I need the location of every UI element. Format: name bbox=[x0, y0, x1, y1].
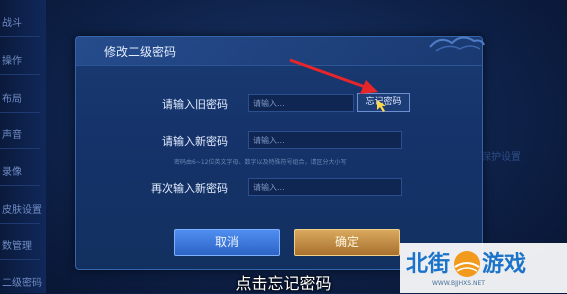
sidebar-divider bbox=[0, 259, 40, 260]
sidebar-divider bbox=[0, 185, 40, 186]
sidebar-item-layout[interactable]: 布局 bbox=[0, 90, 48, 105]
dialog-title: 修改二级密码 bbox=[104, 45, 177, 59]
watermark-text-left: 北街 bbox=[406, 252, 451, 277]
watermark-url: WWW.BJJHXS.NET bbox=[432, 280, 485, 287]
sidebar-item-replay[interactable]: 录像 bbox=[0, 163, 48, 178]
sidebar-divider bbox=[0, 74, 40, 75]
new-password-label: 请输入新密码 bbox=[162, 135, 228, 148]
change-secondary-password-dialog: 修改二级密码 请输入旧密码 请输入... 忘记密码 请输入新密码 请输入... … bbox=[75, 36, 485, 270]
sidebar-divider bbox=[0, 112, 40, 113]
sidebar-item-skin[interactable]: 皮肤设置 bbox=[0, 201, 48, 216]
sun-logo-icon bbox=[454, 251, 480, 277]
new-password-input[interactable]: 请输入... bbox=[248, 131, 402, 149]
confirm-password-label: 再次输入新密码 bbox=[151, 182, 228, 195]
confirm-password-input[interactable]: 请输入... bbox=[248, 178, 402, 196]
old-password-label: 请输入旧密码 bbox=[162, 98, 228, 111]
cancel-button[interactable]: 取消 bbox=[174, 229, 280, 256]
confirm-button[interactable]: 确定 bbox=[294, 229, 400, 256]
sidebar-item-controls[interactable]: 操作 bbox=[0, 52, 48, 67]
sidebar-item-sound[interactable]: 声音 bbox=[0, 126, 48, 141]
site-watermark: 北街 游戏 WWW.BJJHXS.NET bbox=[400, 243, 567, 293]
forgot-password-button[interactable]: 忘记密码 bbox=[357, 93, 410, 112]
sidebar-divider bbox=[0, 148, 40, 149]
sidebar-item-battle[interactable]: 战斗 bbox=[0, 14, 48, 29]
sidebar-item-data[interactable]: 数管理 bbox=[0, 237, 48, 252]
settings-sidebar: 战斗 操作 布局 声音 录像 皮肤设置 数管理 二级密码 bbox=[0, 0, 46, 293]
watermark-text-right: 游戏 bbox=[482, 252, 527, 277]
background-setting-label: 保护设置 bbox=[481, 152, 521, 163]
cloud-ornament-icon bbox=[429, 36, 485, 52]
password-rule-hint: 密码由6~12位英文字母、数字以及特殊符号组合，请区分大小写 bbox=[174, 159, 347, 166]
old-password-input[interactable]: 请输入... bbox=[248, 94, 354, 112]
sidebar-divider bbox=[0, 36, 40, 37]
sidebar-divider bbox=[0, 223, 40, 224]
